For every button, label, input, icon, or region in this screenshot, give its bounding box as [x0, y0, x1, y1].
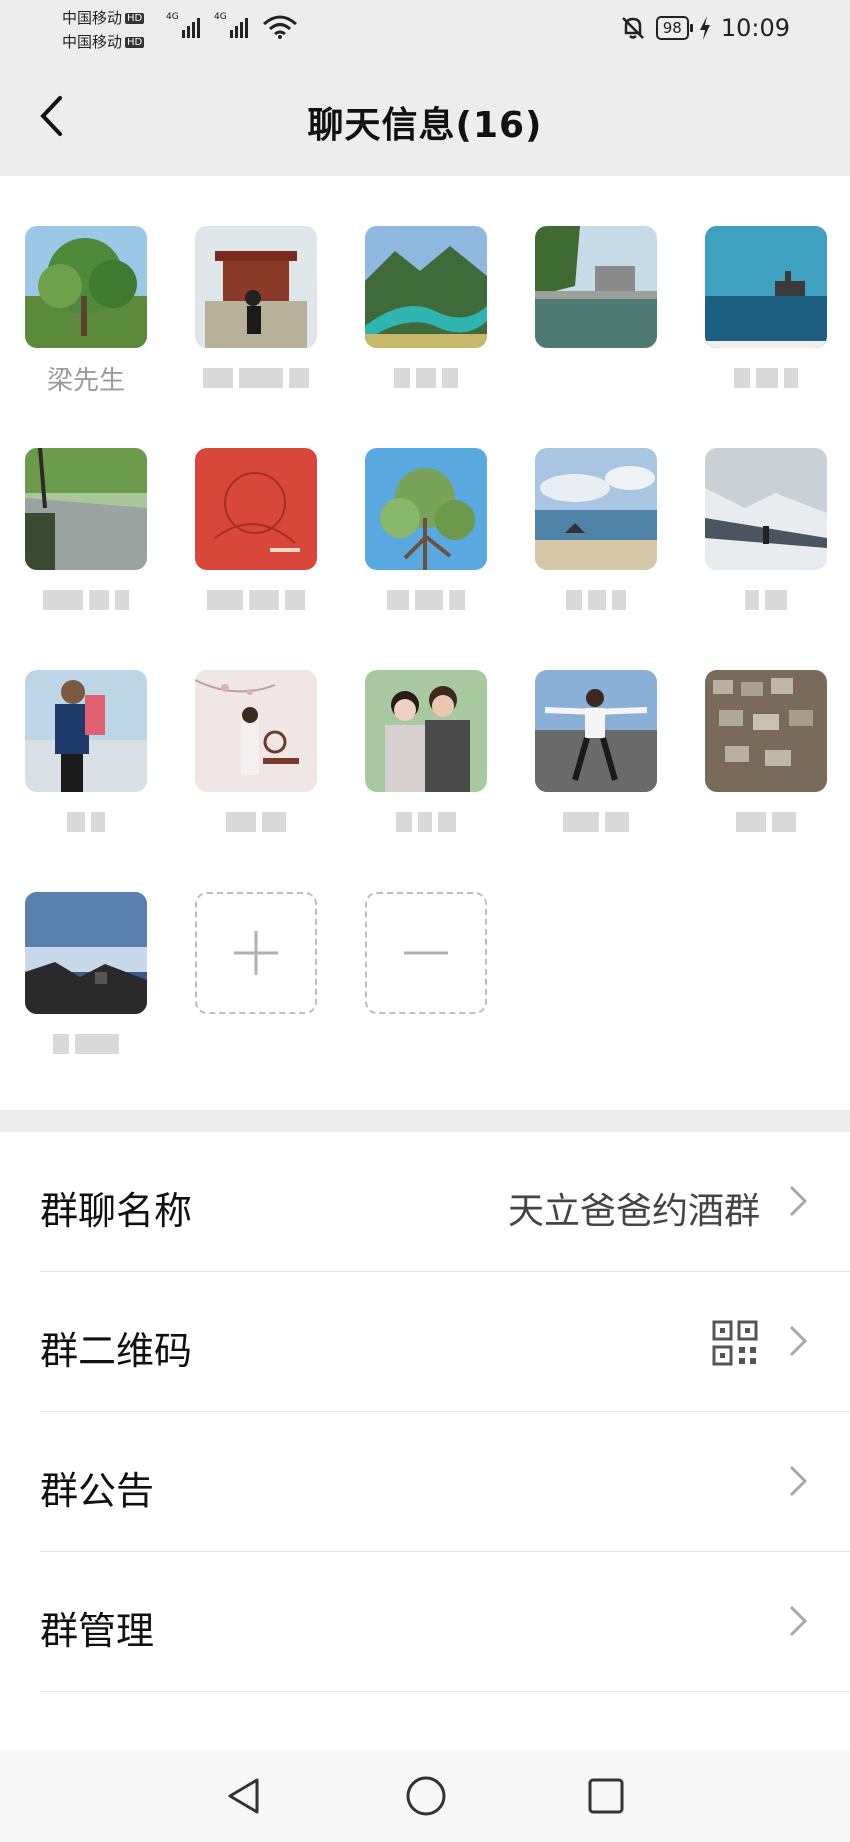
- member-item[interactable]: [25, 448, 147, 614]
- chevron-right-icon: [789, 1185, 808, 1217]
- member-name-redacted: [365, 812, 487, 836]
- square-recents-icon: [588, 1778, 624, 1814]
- status-bar: 中国移动 HD 中国移动 HD 4G 4G 98 10:09: [0, 0, 850, 56]
- member-item[interactable]: [25, 670, 147, 836]
- member-avatar[interactable]: [535, 670, 657, 792]
- member-avatar[interactable]: [195, 226, 317, 348]
- member-avatar[interactable]: [365, 448, 487, 570]
- member-name-redacted: [365, 590, 487, 614]
- member-avatar[interactable]: [535, 448, 657, 570]
- signal-icon: 4G: [214, 12, 248, 38]
- battery-indicator: 98: [655, 16, 693, 40]
- wifi-icon: [263, 15, 297, 39]
- member-avatar[interactable]: [25, 670, 147, 792]
- member-avatar[interactable]: [705, 448, 827, 570]
- chevron-right-icon: [789, 1325, 808, 1357]
- member-name-redacted: [535, 590, 657, 614]
- member-name-redacted: [705, 812, 827, 836]
- member-name-redacted: [365, 368, 487, 392]
- member-item[interactable]: [705, 448, 827, 614]
- settings-list: 群聊名称 天立爸爸约酒群 群二维码 群公告 群管理: [0, 1132, 850, 1752]
- member-avatar[interactable]: [25, 448, 147, 570]
- member-name-redacted: [705, 368, 827, 392]
- group-notice-label: 群公告: [40, 1469, 155, 1513]
- member-avatar[interactable]: [25, 226, 147, 348]
- member-name-redacted: [195, 812, 317, 836]
- charging-icon: [699, 16, 710, 40]
- carrier-2: 中国移动 HD: [62, 33, 145, 51]
- member-item[interactable]: [365, 670, 487, 836]
- system-nav-bar: [0, 1750, 850, 1842]
- member-item[interactable]: [25, 892, 147, 1058]
- member-item[interactable]: [705, 226, 827, 392]
- member-grid: 梁先生: [0, 176, 850, 1110]
- member-name-redacted: [25, 1034, 147, 1058]
- group-notice-row[interactable]: 群公告: [0, 1412, 850, 1552]
- member-item[interactable]: [535, 448, 657, 614]
- member-avatar[interactable]: [195, 448, 317, 570]
- member-avatar[interactable]: [535, 226, 657, 348]
- member-name-redacted: [195, 368, 317, 392]
- nav-bar: 聊天信息(16): [0, 56, 850, 176]
- clock: 10:09: [720, 14, 790, 42]
- minus-icon: [404, 951, 448, 955]
- member-name-redacted: [535, 812, 657, 836]
- member-item[interactable]: [195, 670, 317, 836]
- chevron-right-icon: [789, 1605, 808, 1637]
- member-item[interactable]: [535, 670, 657, 836]
- qr-code-icon: [712, 1320, 758, 1366]
- member-name-redacted: [195, 590, 317, 614]
- system-home-button[interactable]: [400, 1770, 452, 1822]
- member-name-redacted: [705, 590, 827, 614]
- chevron-right-icon: [789, 1465, 808, 1497]
- next-row-partial[interactable]: [0, 1692, 850, 1752]
- remove-member-button[interactable]: [365, 892, 487, 1014]
- group-name-value: 天立爸爸约酒群: [507, 1191, 760, 1232]
- member-avatar[interactable]: [705, 670, 827, 792]
- member-avatar[interactable]: [365, 670, 487, 792]
- member-avatar[interactable]: [365, 226, 487, 348]
- plus-icon: [234, 931, 278, 975]
- member-item[interactable]: [535, 226, 657, 348]
- mute-bell-icon: [621, 17, 644, 39]
- group-qr-row[interactable]: 群二维码: [0, 1272, 850, 1412]
- group-name-row[interactable]: 群聊名称 天立爸爸约酒群: [0, 1132, 850, 1272]
- member-name-redacted: [25, 812, 147, 836]
- page-title: 聊天信息(16): [307, 105, 543, 146]
- triangle-back-icon: [228, 1778, 259, 1814]
- carrier-1: 中国移动 HD: [62, 9, 145, 27]
- member-item[interactable]: [195, 226, 317, 392]
- member-item[interactable]: [365, 448, 487, 614]
- section-divider: [0, 1110, 850, 1132]
- member-name: 梁先生: [46, 366, 125, 396]
- member-avatar[interactable]: [195, 670, 317, 792]
- member-avatar[interactable]: [705, 226, 827, 348]
- group-name-label: 群聊名称: [40, 1189, 193, 1233]
- system-back-button[interactable]: [218, 1770, 270, 1822]
- member-item[interactable]: 梁先生: [25, 226, 147, 398]
- member-item[interactable]: [705, 670, 827, 836]
- member-item[interactable]: [365, 226, 487, 392]
- group-qr-label: 群二维码: [40, 1329, 193, 1373]
- add-member-button[interactable]: [195, 892, 317, 1014]
- group-manage-label: 群管理: [40, 1609, 155, 1653]
- circle-home-icon: [406, 1776, 446, 1816]
- member-item[interactable]: [195, 448, 317, 614]
- system-recents-button[interactable]: [580, 1770, 632, 1822]
- member-name-redacted: [25, 590, 147, 614]
- group-manage-row[interactable]: 群管理: [0, 1552, 850, 1692]
- member-avatar[interactable]: [25, 892, 147, 1014]
- signal-icon: 4G: [166, 12, 200, 38]
